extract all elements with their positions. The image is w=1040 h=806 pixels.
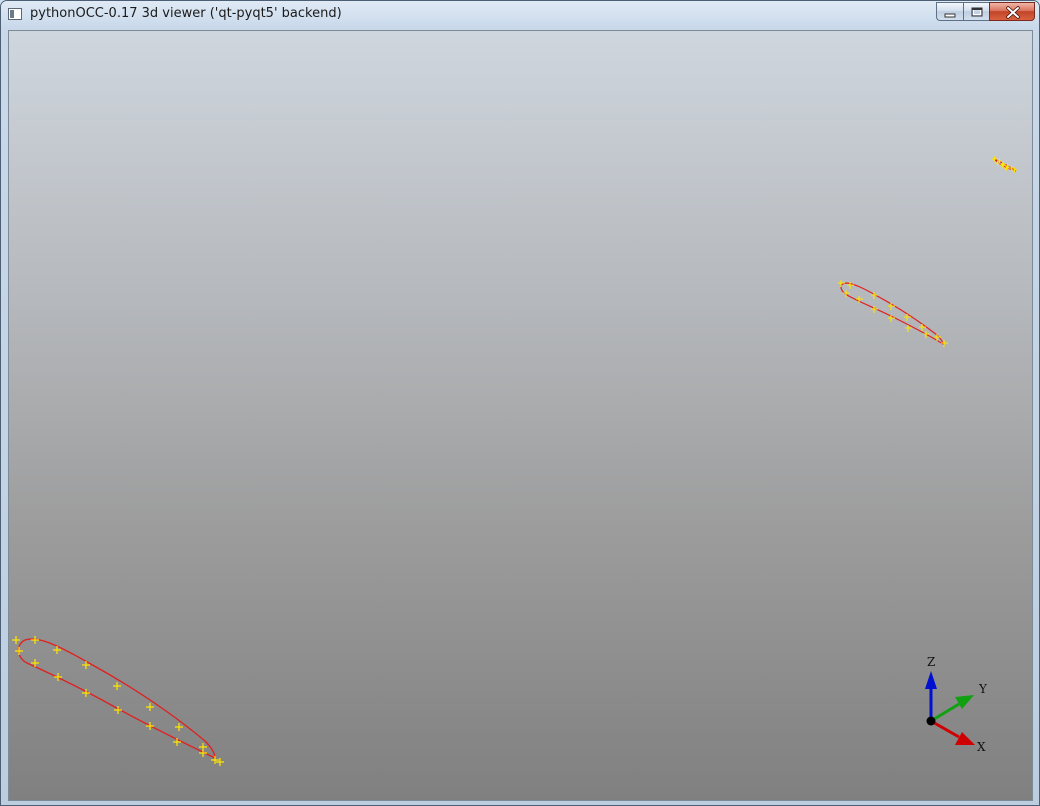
airfoil-section-far (992, 156, 1017, 173)
control-points (992, 156, 1017, 173)
triedron-origin (926, 716, 936, 726)
airfoil-section-near (12, 636, 224, 766)
app-window: pythonOCC-0.17 3d viewer ('qt-pyqt5' bac… (0, 0, 1040, 806)
title-bar[interactable]: pythonOCC-0.17 3d viewer ('qt-pyqt5' bac… (1, 1, 1039, 29)
z-axis: Z (925, 655, 937, 721)
maximize-button[interactable] (963, 2, 989, 21)
y-axis: Y (930, 682, 988, 723)
window-controls (936, 2, 1035, 21)
x-axis: X (930, 719, 986, 754)
minimize-icon (944, 13, 956, 18)
axis-triedron: Z Y X (925, 655, 988, 754)
y-axis-label: Y (978, 682, 988, 696)
close-button[interactable] (989, 2, 1035, 21)
3d-viewport[interactable]: Z Y X (8, 30, 1033, 801)
app-icon[interactable] (8, 8, 22, 20)
scene-canvas: Z Y X (12, 156, 1017, 766)
airfoil-section-middle (838, 280, 948, 347)
minimize-button[interactable] (936, 2, 963, 21)
z-axis-label: Z (927, 655, 935, 669)
airfoil-curve (17, 638, 216, 760)
maximize-icon (971, 7, 983, 17)
window-title: pythonOCC-0.17 3d viewer ('qt-pyqt5' bac… (30, 6, 342, 21)
x-axis-label: X (977, 740, 986, 754)
airfoil-curve (840, 282, 944, 346)
close-icon (1006, 6, 1020, 19)
